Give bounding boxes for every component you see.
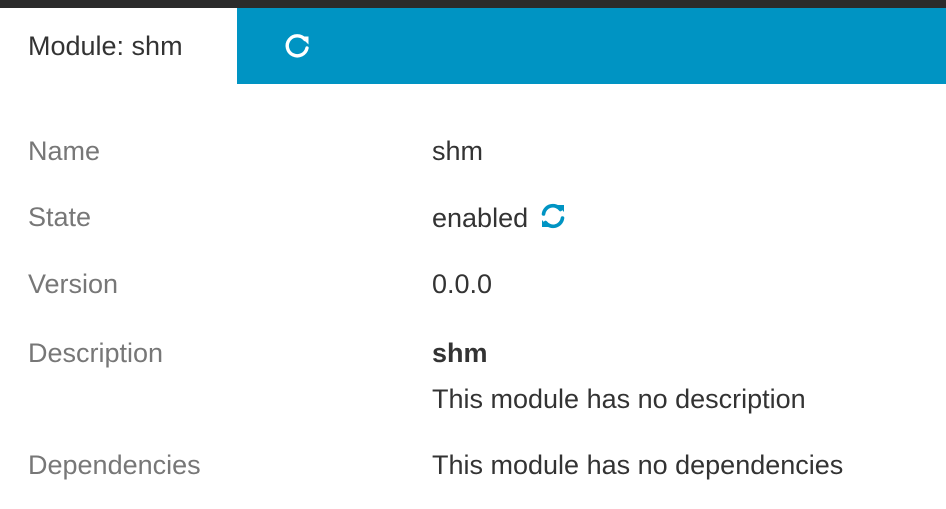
window-top-border (0, 0, 946, 8)
description-label: Description (28, 338, 164, 368)
name-label: Name (28, 136, 101, 166)
refresh-button[interactable] (280, 28, 316, 64)
sync-icon[interactable] (538, 201, 568, 231)
version-label: Version (28, 269, 119, 299)
tab-bar: Module: shm (0, 8, 946, 84)
version-value: 0.0.0 (432, 269, 493, 299)
state-value-group: enabled (432, 201, 568, 234)
state-value: enabled (432, 203, 529, 233)
tab-module[interactable]: Module: shm (0, 8, 237, 84)
state-label: State (28, 202, 92, 232)
dependencies-value: This module has no dependencies (432, 450, 844, 480)
name-value: shm (432, 136, 484, 166)
refresh-icon (285, 34, 309, 58)
tab-title: Module: shm (28, 31, 183, 61)
description-title: shm (432, 338, 488, 368)
description-text: This module has no description (432, 384, 806, 414)
dependencies-label: Dependencies (28, 450, 201, 480)
